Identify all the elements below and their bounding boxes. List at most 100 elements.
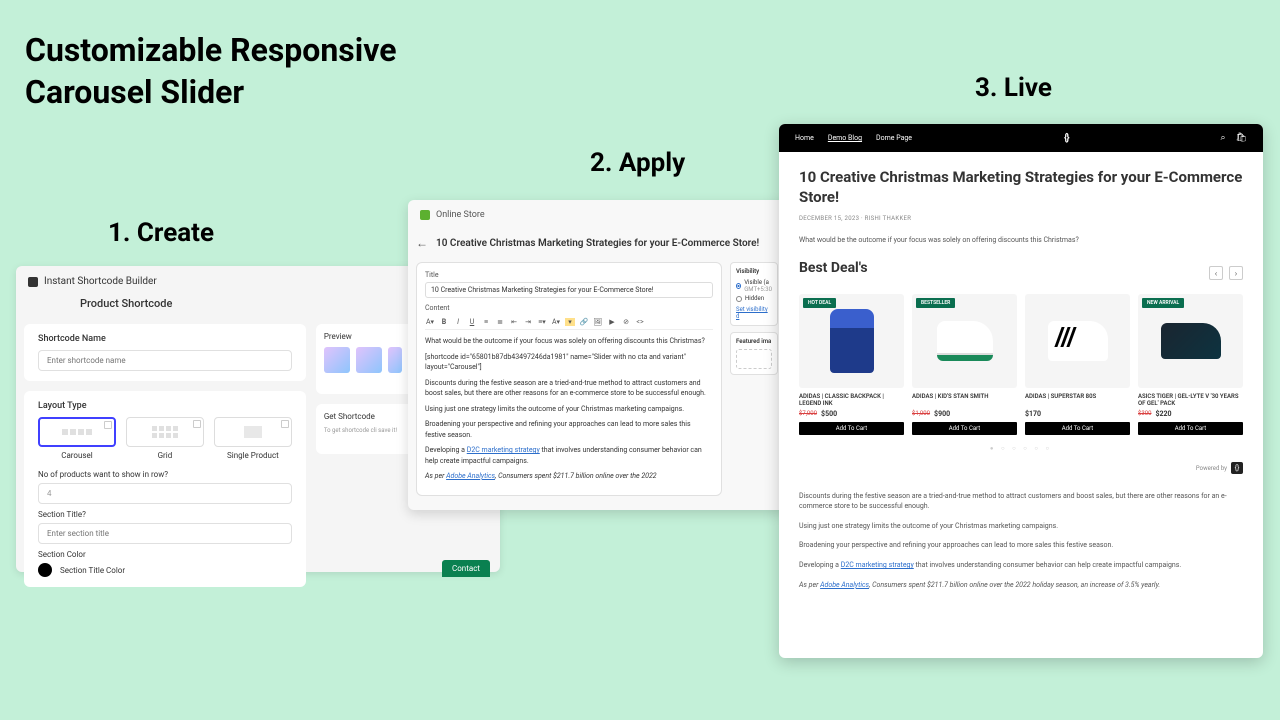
- visibility-card: Visibility Visible (aGMT+5:30 Hidden Set…: [730, 262, 778, 326]
- code-tool[interactable]: <>: [635, 318, 645, 326]
- link-tool[interactable]: 🔗: [579, 318, 589, 326]
- product-name: ASICS TIGER | GEL-LYTE V '30 YEARS OF GE…: [1138, 393, 1243, 407]
- set-visibility-link[interactable]: Set visibility d: [736, 306, 772, 320]
- d2c-link[interactable]: D2C marketing strategy: [841, 561, 914, 569]
- product-card[interactable]: HOT DEAL ADIDAS | CLASSIC BACKPACK | LEG…: [799, 294, 904, 435]
- add-to-cart-button[interactable]: Add To Cart: [1025, 422, 1130, 435]
- price: $500: [821, 410, 837, 418]
- price: $900: [934, 410, 950, 418]
- d2c-link[interactable]: D2C marketing strategy: [467, 446, 540, 454]
- powered-by-icon[interactable]: {}: [1231, 462, 1243, 474]
- old-price: $1,000: [912, 410, 930, 418]
- product-name: ADIDAS | KID'S STAN SMITH: [912, 393, 1017, 407]
- italic-tool[interactable]: I: [453, 318, 463, 326]
- featured-image-drop[interactable]: [736, 349, 772, 369]
- powered-by: Powered by {}: [799, 462, 1243, 474]
- step-1-label: 1. Create: [108, 218, 214, 248]
- breadcrumb[interactable]: Online Store: [436, 210, 485, 220]
- section-title-field-label: Section Title?: [38, 510, 292, 519]
- storefront-nav: Home Demo Blog Dome Page {} ⌕ 🛍: [779, 124, 1263, 152]
- row-count-label: No of products want to show in row?: [38, 470, 292, 479]
- blog-meta: DECEMBER 15, 2023 · RISHI THAKKER: [799, 215, 1243, 222]
- section-color-label: Section Color: [38, 550, 292, 559]
- video-tool[interactable]: ▶: [607, 318, 617, 326]
- hidden-radio[interactable]: Hidden: [736, 295, 772, 302]
- list-tool[interactable]: ≣: [495, 318, 505, 326]
- contact-button[interactable]: Contact: [442, 560, 490, 577]
- editor-card: Title 10 Creative Christmas Marketing St…: [416, 262, 722, 496]
- heading-tool[interactable]: A▾: [425, 318, 435, 326]
- section-title: Product Shortcode: [30, 297, 222, 318]
- shortcode-name-input[interactable]: [38, 350, 292, 371]
- old-price: $300: [1138, 410, 1152, 418]
- add-to-cart-button[interactable]: Add To Cart: [799, 422, 904, 435]
- adobe-link[interactable]: Adobe Analytics: [446, 472, 495, 480]
- list-tool[interactable]: ≡: [481, 318, 491, 326]
- layout-grid[interactable]: Grid: [126, 417, 204, 460]
- app-icon: [28, 277, 38, 287]
- shortcode-name-label: Shortcode Name: [38, 334, 292, 344]
- section-title-input[interactable]: [38, 523, 292, 544]
- image-tool[interactable]: 🖼: [593, 318, 603, 326]
- product-image: [830, 309, 874, 373]
- color-tool[interactable]: A▾: [551, 318, 561, 326]
- badge: HOT DEAL: [803, 298, 836, 308]
- product-card[interactable]: NEW ARRIVAL ASICS TIGER | GEL-LYTE V '30…: [1138, 294, 1243, 435]
- store-logo[interactable]: {}: [1064, 133, 1069, 144]
- back-arrow-icon[interactable]: ←: [416, 236, 428, 250]
- app-name: Instant Shortcode Builder: [44, 276, 157, 287]
- price: $220: [1156, 410, 1172, 418]
- add-to-cart-button[interactable]: Add To Cart: [1138, 422, 1243, 435]
- price: $170: [1025, 410, 1041, 418]
- preview-thumb: [324, 347, 350, 373]
- product-image: [1161, 323, 1221, 359]
- blog-title: 10 Creative Christmas Marketing Strategi…: [799, 168, 1243, 207]
- layout-carousel[interactable]: Carousel: [38, 417, 116, 460]
- featured-image-card: Featured ima: [730, 332, 778, 375]
- title-label: Title: [425, 271, 713, 279]
- indent-tool[interactable]: ⇤: [509, 318, 519, 326]
- indent-tool[interactable]: ⇥: [523, 318, 533, 326]
- visible-radio[interactable]: Visible (aGMT+5:30: [736, 279, 772, 293]
- blog-article: Discounts during the festive season are …: [799, 492, 1243, 591]
- layout-single[interactable]: Single Product: [214, 417, 292, 460]
- align-tool[interactable]: ≡▾: [537, 318, 547, 326]
- live-panel: Home Demo Blog Dome Page {} ⌕ 🛍 10 Creat…: [779, 124, 1263, 658]
- clear-tool[interactable]: ⊘: [621, 318, 631, 326]
- product-card[interactable]: BESTSELLER ADIDAS | KID'S STAN SMITH $1,…: [912, 294, 1017, 435]
- bold-tool[interactable]: B: [439, 318, 449, 326]
- product-name: ADIDAS | CLASSIC BACKPACK | LEGEND INK: [799, 393, 904, 407]
- row-count-input[interactable]: [38, 483, 292, 504]
- step-2-label: 2. Apply: [590, 148, 685, 178]
- old-price: $7,000: [799, 410, 817, 418]
- carousel-prev-button[interactable]: ‹: [1209, 266, 1223, 280]
- product-card[interactable]: ADIDAS | SUPERSTAR 80S $170 Add To Cart: [1025, 294, 1130, 435]
- nav-home[interactable]: Home: [795, 134, 814, 142]
- add-to-cart-button[interactable]: Add To Cart: [912, 422, 1017, 435]
- deals-title: Best Deal's: [799, 260, 868, 276]
- color-swatch[interactable]: [38, 563, 52, 577]
- adobe-link[interactable]: Adobe Analytics: [820, 581, 869, 589]
- title-input[interactable]: 10 Creative Christmas Marketing Strategi…: [425, 282, 713, 298]
- nav-blog[interactable]: Demo Blog: [828, 134, 862, 142]
- main-heading: Customizable Responsive Carousel Slider: [25, 30, 396, 113]
- search-icon[interactable]: ⌕: [1221, 133, 1226, 143]
- badge: BESTSELLER: [916, 298, 955, 308]
- preview-thumb: [388, 347, 402, 373]
- carousel-dots[interactable]: ● ○ ○ ○ ○ ○: [799, 445, 1243, 452]
- carousel-next-button[interactable]: ›: [1229, 266, 1243, 280]
- color-text: Section Title Color: [60, 566, 125, 575]
- rte-toolbar: A▾ B I U ≡ ≣ ⇤ ⇥ ≡▾ A▾ ▾ 🔗 🖼 ▶ ⊘ <>: [425, 315, 713, 330]
- apply-panel: Online Store ← 10 Creative Christmas Mar…: [408, 200, 786, 510]
- heading-line1: Customizable Responsive: [25, 30, 396, 72]
- product-image: [1048, 321, 1108, 361]
- blog-intro: What would be the outcome if your focus …: [799, 236, 1243, 244]
- product-name: ADIDAS | SUPERSTAR 80S: [1025, 393, 1130, 407]
- layout-type-label: Layout Type: [38, 401, 292, 411]
- content-body[interactable]: What would be the outcome if your focus …: [425, 336, 713, 482]
- underline-tool[interactable]: U: [467, 318, 477, 326]
- cart-icon[interactable]: 🛍: [1236, 133, 1247, 143]
- nav-demo[interactable]: Dome Page: [876, 134, 912, 142]
- bg-tool[interactable]: ▾: [565, 318, 575, 326]
- preview-thumb: [356, 347, 382, 373]
